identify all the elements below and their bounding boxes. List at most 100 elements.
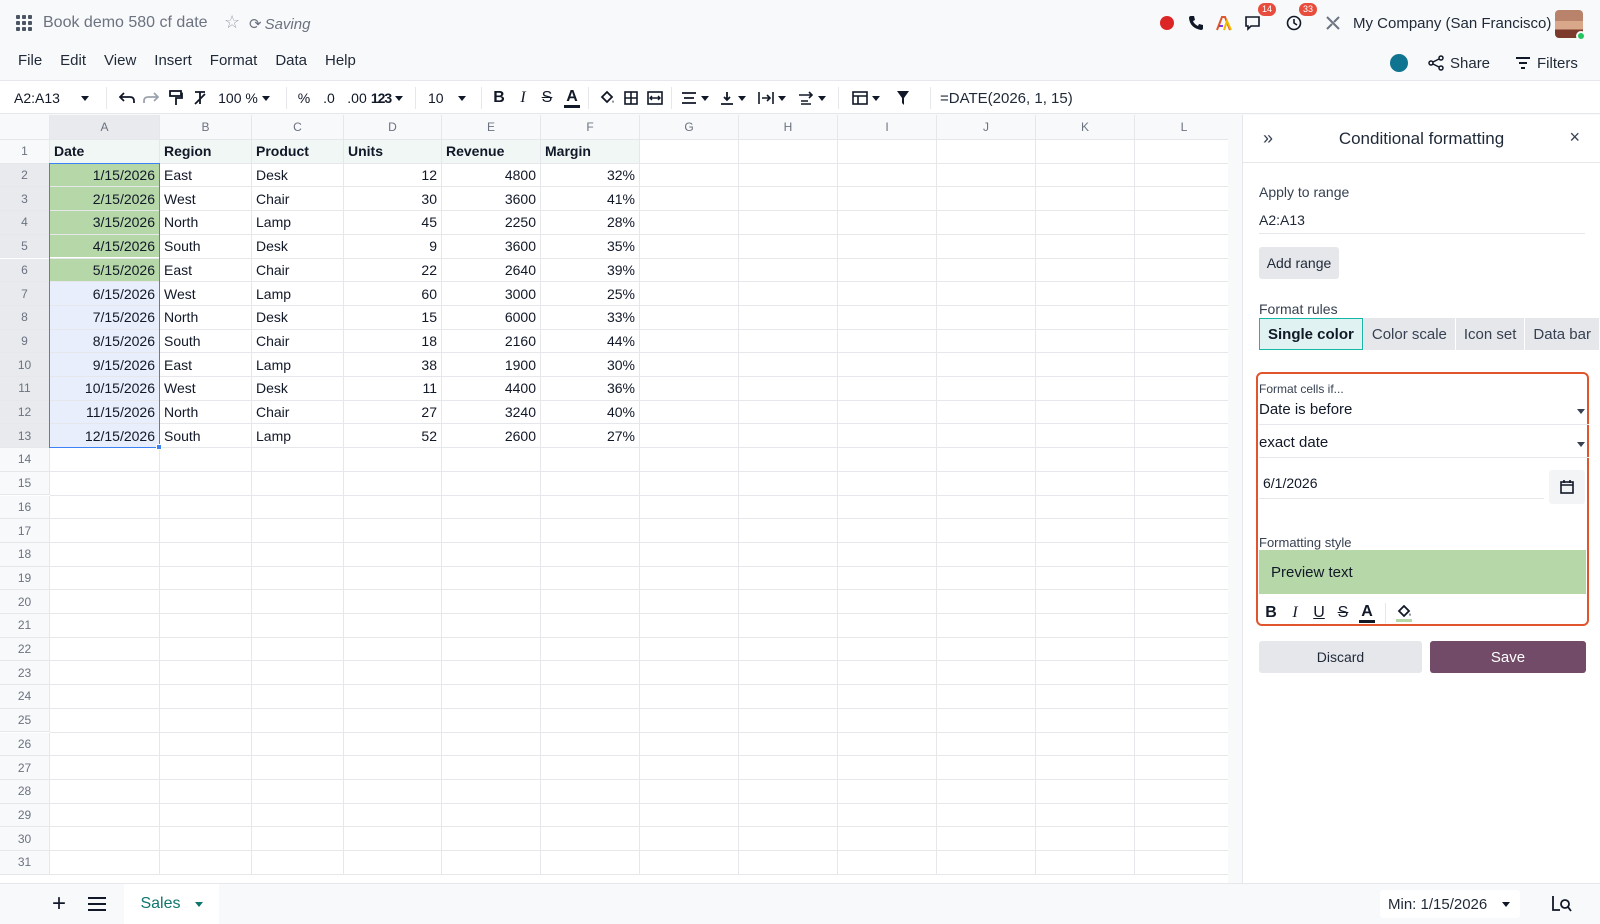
column-header-g[interactable]: G xyxy=(640,115,739,140)
clear-format-icon[interactable] xyxy=(189,81,211,115)
column-header-l[interactable]: L xyxy=(1135,115,1228,140)
text-wrap-icon[interactable] xyxy=(754,81,790,115)
cell[interactable]: 40% xyxy=(541,401,639,424)
row-header-18[interactable]: 18 xyxy=(0,542,50,567)
borders-icon[interactable] xyxy=(620,81,642,115)
row-header-19[interactable]: 19 xyxy=(0,566,50,591)
cell[interactable]: Chair xyxy=(252,401,343,424)
company-switcher[interactable]: My Company (San Francisco) xyxy=(1353,15,1551,32)
menu-view[interactable]: View xyxy=(95,48,145,76)
row-header-8[interactable]: 8 xyxy=(0,305,50,330)
cell[interactable]: 25% xyxy=(541,282,639,305)
column-header-k[interactable]: K xyxy=(1036,115,1135,140)
undo-icon[interactable] xyxy=(116,81,138,115)
cell[interactable]: East xyxy=(160,259,251,282)
cell[interactable]: 1900 xyxy=(442,353,540,376)
cell[interactable]: South xyxy=(160,424,251,447)
cell[interactable]: 2600 xyxy=(442,424,540,447)
cell[interactable]: West xyxy=(160,377,251,400)
style-fill-color-icon[interactable] xyxy=(1392,601,1416,625)
row-header-9[interactable]: 9 xyxy=(0,329,50,354)
cell[interactable]: 2640 xyxy=(442,259,540,282)
apps-grid-icon[interactable] xyxy=(16,15,32,31)
row-header-27[interactable]: 27 xyxy=(0,756,50,780)
cell[interactable]: Desk xyxy=(252,164,343,187)
header-cell-0[interactable]: Date xyxy=(50,140,159,163)
user-avatar[interactable] xyxy=(1555,10,1586,41)
cell[interactable]: 11 xyxy=(344,377,441,400)
column-header-i[interactable]: I xyxy=(838,115,937,140)
tab-color-scale[interactable]: Color scale xyxy=(1363,318,1455,350)
font-size-select[interactable]: 10 xyxy=(422,81,472,115)
menu-format[interactable]: Format xyxy=(201,48,267,76)
vertical-align-icon[interactable] xyxy=(716,81,750,115)
row-header-14[interactable]: 14 xyxy=(0,448,50,472)
header-cell-2[interactable]: Product xyxy=(252,140,343,163)
header-cell-1[interactable]: Region xyxy=(160,140,251,163)
zoom-select[interactable]: 100 % xyxy=(214,81,274,115)
format-percent-button[interactable]: % xyxy=(294,81,314,115)
italic-icon[interactable]: I xyxy=(512,81,534,115)
cell[interactable]: 12 xyxy=(344,164,441,187)
row-header-24[interactable]: 24 xyxy=(0,685,50,709)
cell[interactable]: Lamp xyxy=(252,282,343,305)
increase-decimal-button[interactable]: .00 xyxy=(344,81,370,115)
bold-icon[interactable]: B xyxy=(488,81,510,115)
column-header-b[interactable]: B xyxy=(160,115,252,140)
cell[interactable]: East xyxy=(160,164,251,187)
formula-bar[interactable]: =DATE(2026, 1, 15) xyxy=(940,81,1073,115)
spreadsheet-grid[interactable]: A B C D E F G H I J K L 1 2 3 4 5 6 7 8 9 10 11 12 13 14 15 16 17 18 1… xyxy=(0,115,1228,883)
favorite-star-icon[interactable]: ☆ xyxy=(224,12,240,33)
menu-edit[interactable]: Edit xyxy=(51,48,95,76)
cell[interactable]: 3600 xyxy=(442,187,540,210)
cell[interactable]: Chair xyxy=(252,330,343,353)
cell-reference-dropdown[interactable] xyxy=(76,81,90,115)
row-header-16[interactable]: 16 xyxy=(0,495,50,520)
save-button[interactable]: Save xyxy=(1430,641,1586,673)
cell[interactable]: 39% xyxy=(541,259,639,282)
aggregate-select[interactable]: Min: 1/15/2026 xyxy=(1380,890,1520,918)
select-all-corner[interactable] xyxy=(0,115,50,140)
menu-data[interactable]: Data xyxy=(266,48,316,76)
row-header-31[interactable]: 31 xyxy=(0,851,50,875)
strikethrough-icon[interactable]: S xyxy=(536,81,558,115)
cell[interactable]: 45 xyxy=(344,211,441,234)
cell[interactable]: 4800 xyxy=(442,164,540,187)
horizontal-align-icon[interactable] xyxy=(678,81,712,115)
row-header-30[interactable]: 30 xyxy=(0,827,50,851)
style-text-color-icon[interactable]: A xyxy=(1355,601,1379,625)
menu-insert[interactable]: Insert xyxy=(145,48,201,76)
recording-indicator-icon[interactable] xyxy=(1160,16,1174,30)
header-cell-5[interactable]: Margin xyxy=(541,140,639,163)
cell[interactable]: 30 xyxy=(344,187,441,210)
cell[interactable]: East xyxy=(160,353,251,376)
row-header-15[interactable]: 15 xyxy=(0,471,50,496)
row-header-29[interactable]: 29 xyxy=(0,803,50,828)
chevron-down-icon[interactable] xyxy=(194,901,203,907)
column-header-e[interactable]: E xyxy=(442,115,541,140)
sheet-tab-sales[interactable]: Sales xyxy=(124,884,219,924)
text-color-icon[interactable]: A xyxy=(561,81,583,115)
add-range-button[interactable]: Add range xyxy=(1259,247,1339,279)
column-header-h[interactable]: H xyxy=(739,115,838,140)
phone-icon[interactable] xyxy=(1185,10,1207,36)
row-header-13[interactable]: 13 xyxy=(0,424,50,449)
row-header-11[interactable]: 11 xyxy=(0,377,50,401)
column-header-j[interactable]: J xyxy=(937,115,1036,140)
cell[interactable]: Chair xyxy=(252,187,343,210)
cell[interactable]: 30% xyxy=(541,353,639,376)
data-inspector-icon[interactable] xyxy=(1552,895,1572,916)
row-header-7[interactable]: 7 xyxy=(0,282,50,306)
row-header-25[interactable]: 25 xyxy=(0,708,50,733)
cell[interactable]: West xyxy=(160,187,251,210)
row-header-5[interactable]: 5 xyxy=(0,234,50,259)
calendar-button[interactable] xyxy=(1549,470,1585,504)
fill-color-icon[interactable] xyxy=(596,81,618,115)
cell[interactable]: Desk xyxy=(252,377,343,400)
cell[interactable]: 9 xyxy=(344,235,441,258)
filter-icon[interactable] xyxy=(892,81,914,115)
globe-icon[interactable] xyxy=(1390,54,1408,72)
paint-format-icon[interactable] xyxy=(165,81,187,115)
activities-clock-icon[interactable]: 33 xyxy=(1283,3,1317,36)
sheet-list-icon[interactable] xyxy=(88,897,106,914)
